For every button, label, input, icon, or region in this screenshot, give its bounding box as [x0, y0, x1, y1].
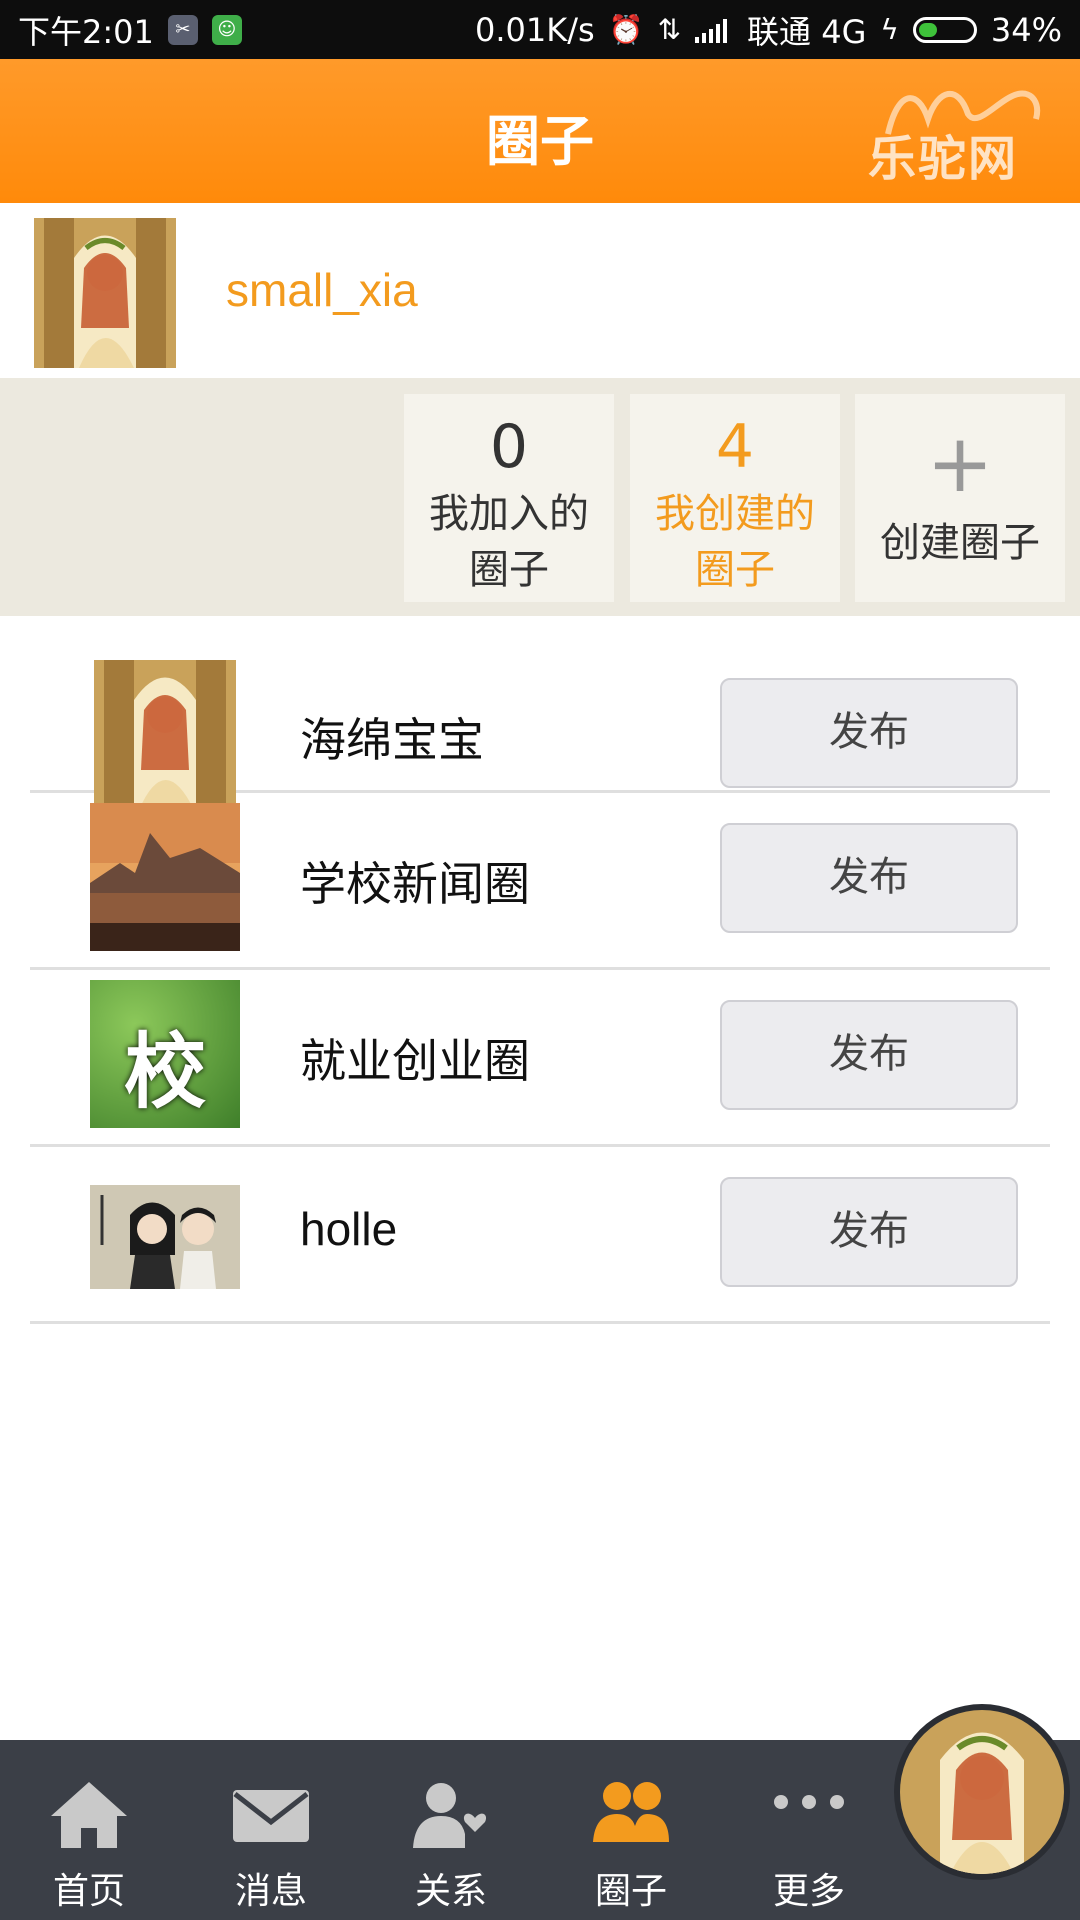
circle-name: 学校新闻圈 — [300, 857, 530, 911]
nav-home[interactable]: 首页 — [14, 1740, 164, 1920]
android-notification-icon: ☺ — [211, 14, 242, 45]
more-icon — [774, 1795, 844, 1809]
nav-home-label: 首页 — [52, 1871, 125, 1912]
nav-more-label: 更多 — [772, 1871, 845, 1912]
circle-thumbnail — [90, 803, 240, 951]
user-profile-row[interactable]: small_xia — [0, 203, 1080, 378]
created-count: 4 — [715, 412, 755, 482]
created-circles-card[interactable]: 4 我创建的 圈子 — [630, 394, 840, 602]
list-item[interactable]: holle 发布 — [30, 1147, 1050, 1324]
created-label-line1: 我创建的 — [655, 491, 815, 537]
publish-button[interactable]: 发布 — [720, 823, 1018, 933]
circle-name: holle — [300, 1203, 398, 1255]
circle-list: 海绵宝宝 发布 学校新闻圈 发布 校 就业创业圈 发布 holle 发布 — [30, 616, 1050, 1324]
nav-circles[interactable]: 圈子 — [556, 1740, 706, 1920]
signal-icon — [695, 18, 728, 43]
thumbnail-char: 校 — [123, 1025, 206, 1120]
joined-label-line1: 我加入的 — [429, 491, 589, 537]
floating-avatar-button[interactable] — [900, 1710, 1064, 1874]
home-icon — [51, 1782, 127, 1848]
logo-text: 乐驼网 — [868, 131, 1019, 187]
app-notification-icon: ✂ — [167, 14, 198, 45]
list-item[interactable]: 学校新闻圈 发布 — [30, 793, 1050, 970]
nav-circles-label: 圈子 — [594, 1871, 667, 1912]
nav-relations[interactable]: 关系 — [376, 1740, 526, 1920]
logo: 乐驼网 — [868, 89, 1048, 189]
joined-circles-card[interactable]: 0 我加入的 圈子 — [404, 394, 614, 602]
plus-icon: + — [926, 417, 994, 510]
status-bar: 下午2:01 ✂ ☺ 0.01K/s ⏰ ⇅ 联通 4G ϟ 34% — [0, 0, 1080, 59]
circle-thumbnail — [94, 660, 236, 810]
mail-icon — [233, 1790, 309, 1842]
carrier: 联通 4G — [747, 12, 867, 51]
relation-icon — [413, 1783, 487, 1848]
user-avatar[interactable] — [34, 218, 176, 368]
status-time: 下午2:01 — [18, 12, 154, 51]
net-speed: 0.01K/s — [475, 10, 595, 49]
username: small_xia — [226, 264, 418, 316]
battery-icon — [912, 16, 977, 43]
create-circle-label: 创建圈子 — [880, 520, 1040, 566]
publish-button[interactable]: 发布 — [720, 678, 1018, 788]
data-transfer-icon: ⇅ — [657, 13, 682, 46]
charging-icon: ϟ — [880, 13, 899, 46]
battery-percent: 34% — [990, 10, 1062, 49]
alarm-icon: ⏰ — [608, 13, 644, 46]
nav-relations-label: 关系 — [414, 1871, 487, 1912]
avatar — [900, 1710, 1064, 1874]
create-circle-button[interactable]: + 创建圈子 — [855, 394, 1065, 602]
joined-label-line2: 圈子 — [469, 547, 549, 593]
circle-thumbnail: 校 — [90, 980, 240, 1128]
nav-more[interactable]: 更多 — [734, 1740, 884, 1920]
circle-name: 海绵宝宝 — [300, 713, 484, 767]
list-item[interactable]: 海绵宝宝 发布 — [30, 616, 1050, 810]
publish-button[interactable]: 发布 — [720, 1000, 1018, 1110]
joined-count: 0 — [489, 412, 529, 482]
created-label-line2: 圈子 — [695, 547, 775, 593]
nav-messages-label: 消息 — [234, 1871, 307, 1912]
list-item[interactable]: 校 就业创业圈 发布 — [30, 970, 1050, 1147]
circle-thumbnail — [90, 1185, 240, 1289]
circle-stats: 0 我加入的 圈子 4 我创建的 圈子 + 创建圈子 — [0, 378, 1080, 616]
app-header: 圈子 乐驼网 — [0, 59, 1080, 203]
circle-name: 就业创业圈 — [300, 1034, 530, 1088]
group-icon — [593, 1782, 669, 1842]
publish-button[interactable]: 发布 — [720, 1177, 1018, 1287]
nav-messages[interactable]: 消息 — [196, 1740, 346, 1920]
